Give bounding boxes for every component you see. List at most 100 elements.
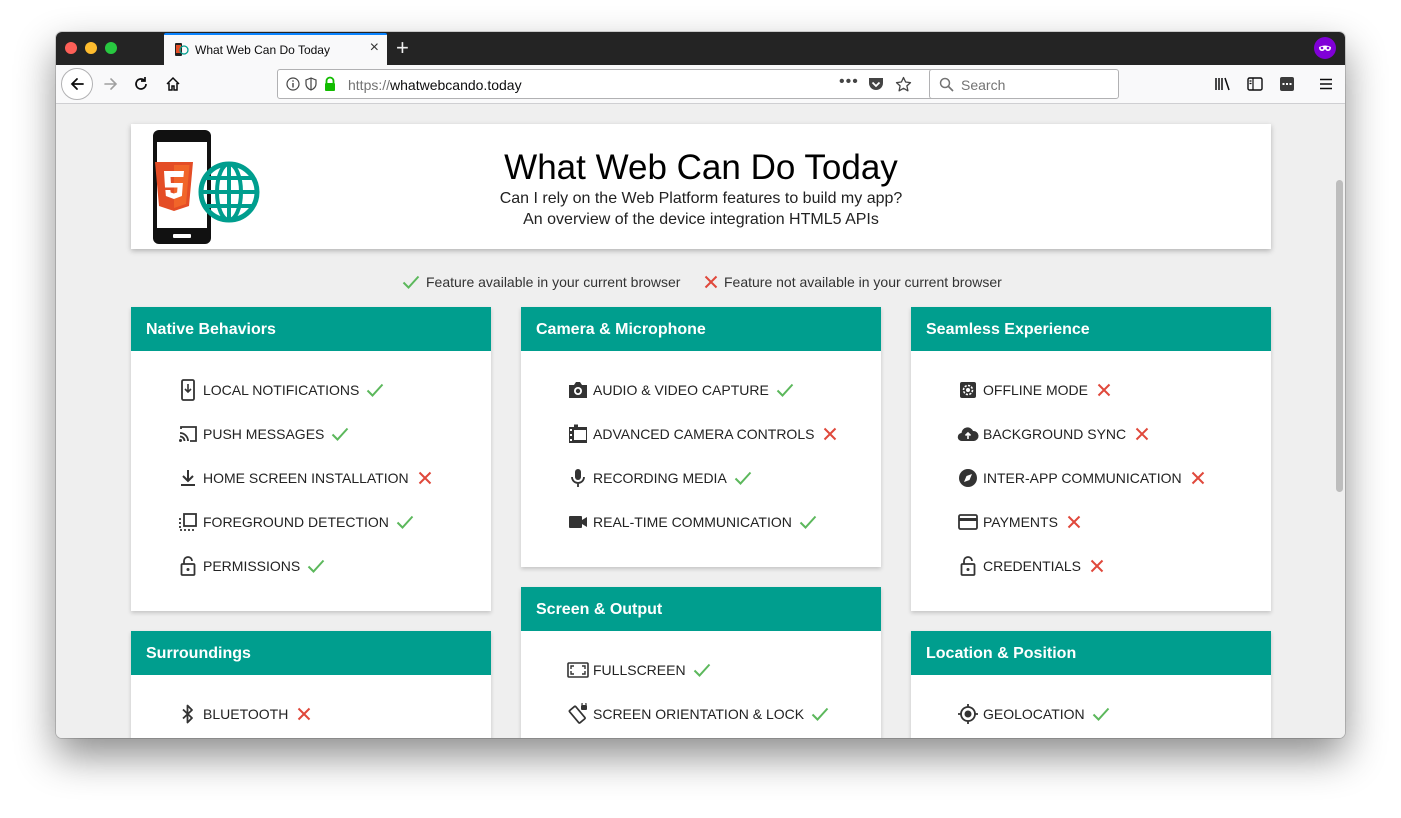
checkmark-icon: [798, 512, 818, 532]
scrollbar[interactable]: [1336, 180, 1343, 492]
extension-button[interactable]: [1272, 69, 1302, 99]
menu-button[interactable]: [1311, 69, 1341, 99]
site-subtitle-2: An overview of the device integration HT…: [523, 211, 879, 228]
search-icon: [939, 77, 954, 92]
zoom-window-button[interactable]: [105, 42, 117, 54]
info-icon[interactable]: [286, 77, 300, 91]
feature-background-sync[interactable]: BACKGROUND SYNC: [957, 422, 1152, 446]
feature-push-messages[interactable]: PUSH MESSAGES: [177, 422, 350, 446]
checkmark-icon: [402, 275, 420, 289]
cross-icon: [820, 424, 840, 444]
legend-not-available: Feature not available in your current br…: [704, 274, 1002, 290]
feature-local-notifications[interactable]: LOCAL NOTIFICATIONS: [177, 378, 385, 402]
microphone-icon: [567, 467, 589, 489]
cast-icon: [177, 423, 199, 445]
url-text[interactable]: https://whatwebcando.today: [348, 77, 522, 93]
cross-icon: [1094, 380, 1114, 400]
home-icon: [166, 76, 180, 91]
screen-rotation-icon: [567, 703, 589, 725]
download-icon: [177, 467, 199, 489]
crosshair-icon: [957, 703, 979, 725]
checkmark-icon: [365, 380, 385, 400]
feature-geolocation[interactable]: GEOLOCATION: [957, 702, 1111, 726]
feature-bluetooth[interactable]: BLUETOOTH: [177, 702, 314, 726]
navigation-toolbar: https://whatwebcando.today ••• Search: [56, 65, 1345, 104]
cross-icon: [294, 704, 314, 724]
site-header: What Web Can Do Today Can I rely on the …: [131, 124, 1271, 249]
back-button[interactable]: [61, 68, 93, 100]
camera-icon: [567, 379, 589, 401]
cross-icon: [415, 468, 435, 488]
forward-arrow-icon: [104, 78, 118, 90]
close-tab-icon[interactable]: ×: [370, 39, 379, 57]
new-tab-button[interactable]: +: [396, 35, 409, 61]
pocket-icon[interactable]: [868, 77, 884, 92]
legend-available-label: Feature available in your current browse…: [426, 274, 681, 290]
cross-icon: [1132, 424, 1152, 444]
site-subtitle-1: Can I rely on the Web Platform features …: [499, 190, 903, 207]
feature-credentials[interactable]: CREDENTIALS: [957, 554, 1107, 578]
section-native-behaviors: Native Behaviors LOCAL NOTIFICATIONS PUS…: [131, 307, 491, 611]
feature-label: INTER-APP COMMUNICATION: [983, 470, 1182, 486]
close-window-button[interactable]: [65, 42, 77, 54]
cross-icon: [1087, 556, 1107, 576]
section-title: Native Behaviors: [131, 307, 491, 351]
feature-payments[interactable]: PAYMENTS: [957, 510, 1084, 534]
feature-screen-orientation-lock[interactable]: SCREEN ORIENTATION & LOCK: [567, 702, 830, 726]
forward-button[interactable]: [96, 69, 126, 99]
feature-fullscreen[interactable]: FULLSCREEN: [567, 658, 712, 682]
reload-button[interactable]: [126, 69, 156, 99]
library-button[interactable]: [1208, 69, 1238, 99]
lock-icon: [957, 555, 979, 577]
feature-label: RECORDING MEDIA: [593, 470, 727, 486]
feature-label: BACKGROUND SYNC: [983, 426, 1127, 442]
feature-label: FOREGROUND DETECTION: [203, 514, 389, 530]
feature-label: CREDENTIALS: [983, 558, 1082, 574]
extension-icon: [1280, 77, 1294, 91]
search-input[interactable]: Search: [961, 77, 1005, 93]
tracking-shield-icon[interactable]: [305, 77, 317, 91]
back-arrow-icon: [70, 78, 84, 90]
legend-not-available-label: Feature not available in your current br…: [724, 274, 1002, 290]
section-camera-microphone: Camera & Microphone AUDIO & VIDEO CAPTUR…: [521, 307, 881, 567]
page-content: What Web Can Do Today Can I rely on the …: [56, 104, 1345, 738]
browser-window: What Web Can Do Today × + https://whatwe…: [56, 32, 1345, 738]
bookmark-star-icon[interactable]: [895, 76, 912, 93]
feature-label: FULLSCREEN: [593, 662, 686, 678]
feature-foreground-detection[interactable]: FOREGROUND DETECTION: [177, 510, 415, 534]
home-button[interactable]: [158, 69, 188, 99]
feature-label: PAYMENTS: [983, 514, 1058, 530]
compass-icon: [957, 467, 979, 489]
site-favicon-icon: [175, 43, 189, 56]
feature-label: REAL-TIME COMMUNICATION: [593, 514, 792, 530]
secure-lock-icon[interactable]: [323, 76, 337, 92]
url-host: whatwebcando.today: [390, 77, 522, 93]
site-title: What Web Can Do Today: [504, 148, 898, 187]
feature-recording-media[interactable]: RECORDING MEDIA: [567, 466, 753, 490]
section-seamless-experience: Seamless Experience OFFLINE MODE BACKGRO…: [911, 307, 1271, 611]
sidebar-button[interactable]: [1240, 69, 1270, 99]
feature-home-screen-installation[interactable]: HOME SCREEN INSTALLATION: [177, 466, 435, 490]
section-title: Screen & Output: [521, 587, 881, 631]
feature-label: GEOLOCATION: [983, 706, 1085, 722]
reload-icon: [135, 77, 147, 90]
url-protocol: https://: [348, 77, 391, 93]
minimize-window-button[interactable]: [85, 42, 97, 54]
feature-label: OFFLINE MODE: [983, 382, 1089, 398]
feature-inter-app-communication[interactable]: INTER-APP COMMUNICATION: [957, 466, 1208, 490]
url-bar[interactable]: https://whatwebcando.today •••: [277, 69, 979, 99]
feature-real-time-communication[interactable]: REAL-TIME COMMUNICATION: [567, 510, 818, 534]
feature-advanced-camera-controls[interactable]: ADVANCED CAMERA CONTROLS: [567, 422, 840, 446]
section-screen-output: Screen & Output FULLSCREEN SCREEN ORIENT…: [521, 587, 881, 738]
feature-audio-video-capture[interactable]: AUDIO & VIDEO CAPTURE: [567, 378, 795, 402]
cross-icon: [1188, 468, 1208, 488]
page-actions-icon[interactable]: •••: [839, 73, 859, 91]
feature-label: PUSH MESSAGES: [203, 426, 325, 442]
library-icon: [1215, 77, 1230, 91]
feature-permissions[interactable]: PERMISSIONS: [177, 554, 326, 578]
feature-label: AUDIO & VIDEO CAPTURE: [593, 382, 769, 398]
checkmark-icon: [395, 512, 415, 532]
search-bar[interactable]: Search: [929, 69, 1119, 99]
feature-offline-mode[interactable]: OFFLINE MODE: [957, 378, 1114, 402]
tab-active[interactable]: What Web Can Do Today ×: [164, 33, 387, 65]
